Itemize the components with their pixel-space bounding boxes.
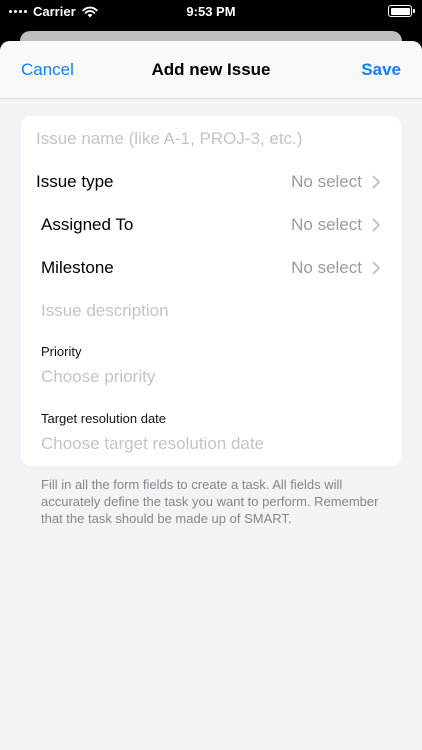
- target-date-label: Target resolution date: [41, 411, 167, 426]
- milestone-value: No select: [291, 258, 362, 277]
- milestone-label: Milestone: [41, 258, 114, 277]
- battery-fill: [390, 7, 410, 15]
- issue-description-input[interactable]: [41, 299, 386, 323]
- target-date-picker[interactable]: Choose target resolution date: [41, 434, 264, 454]
- modal-sheet: Cancel Add new Issue Save Issue type No …: [0, 41, 422, 750]
- issue-name-input[interactable]: [36, 127, 386, 151]
- issue-type-row[interactable]: Issue type No select: [21, 167, 401, 197]
- status-time: 9:53 PM: [186, 4, 236, 19]
- save-button[interactable]: Save: [361, 60, 401, 80]
- milestone-row[interactable]: Milestone No select: [21, 253, 401, 283]
- assigned-to-value: No select: [291, 215, 362, 234]
- assigned-to-label: Assigned To: [41, 215, 134, 234]
- priority-label: Priority: [41, 344, 82, 359]
- chevron-right-icon: [372, 218, 380, 232]
- issue-type-label: Issue type: [36, 172, 114, 191]
- battery-icon: [388, 5, 415, 17]
- cancel-button[interactable]: Cancel: [21, 60, 74, 80]
- screen: Carrier 9:53 PM Cancel Add new Issue Sav…: [0, 0, 422, 750]
- chevron-right-icon: [372, 261, 380, 275]
- form-card: Issue type No select Assigned To No sele…: [21, 116, 401, 466]
- assigned-to-row[interactable]: Assigned To No select: [21, 210, 401, 240]
- chevron-right-icon: [372, 175, 380, 189]
- priority-picker[interactable]: Choose priority: [41, 367, 155, 387]
- navigation-bar: Cancel Add new Issue Save: [0, 41, 422, 99]
- status-bar: Carrier 9:53 PM: [0, 0, 422, 24]
- issue-type-value: No select: [291, 172, 362, 191]
- form-footer-note: Fill in all the form fields to create a …: [41, 477, 379, 526]
